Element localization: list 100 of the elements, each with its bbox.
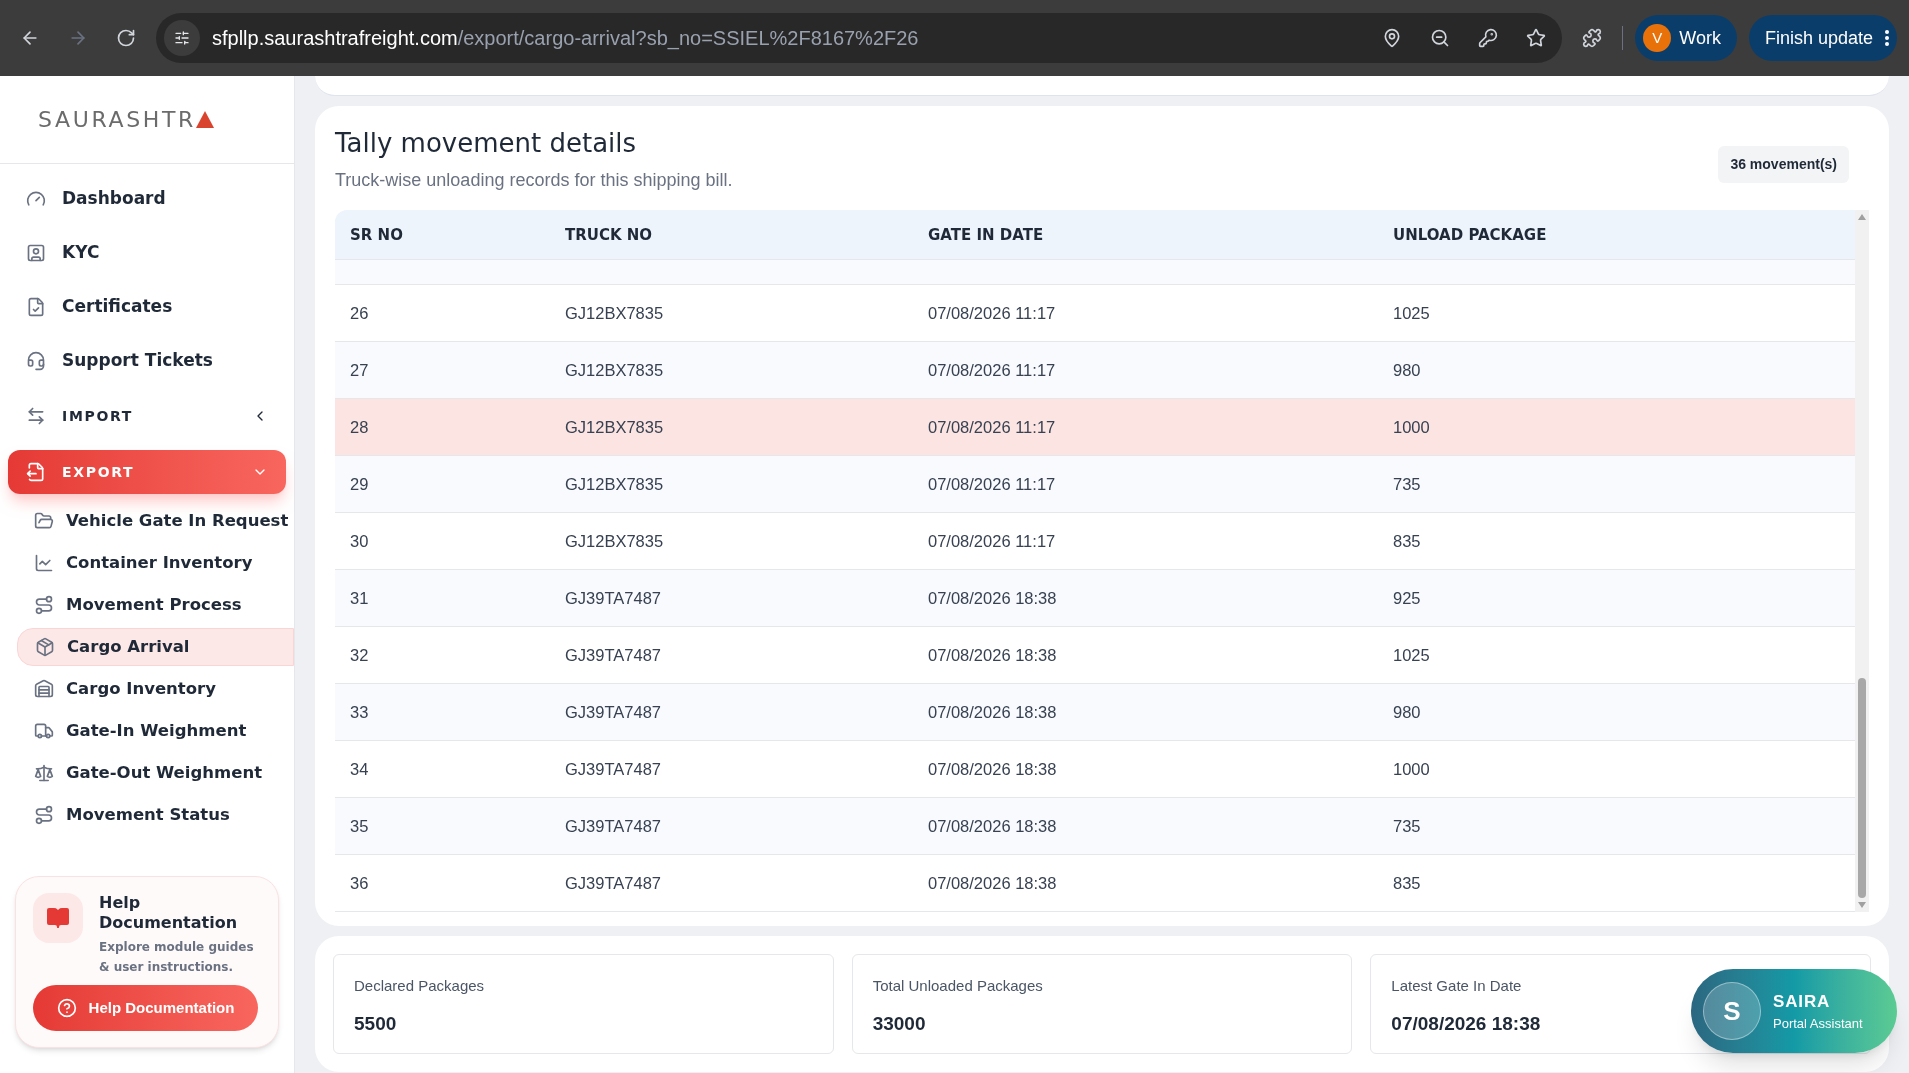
summary-value: 5500: [354, 1011, 397, 1036]
sidebar-subitem[interactable]: Vehicle Gate In Request: [17, 502, 294, 540]
table-cell: 33: [350, 702, 369, 721]
section-title: Tally movement details: [335, 127, 638, 160]
scale-icon: [34, 763, 54, 783]
site-info-icon[interactable]: [164, 20, 200, 56]
book-icon: [46, 906, 70, 930]
summary-label: Declared Packages: [354, 976, 486, 996]
address-bar[interactable]: sfpllp.saurashtrafreight.com/export/cargo-arrival?sb_no=SSIEL%2F8167%2F26: [156, 13, 1563, 63]
help-documentation-button[interactable]: Help Documentation: [33, 985, 258, 1031]
column-header: SR NO: [350, 225, 403, 244]
sidebar-subitem[interactable]: Gate-Out Weighment: [17, 754, 294, 792]
arrows-icon: [26, 406, 46, 426]
assistant-role: Portal Assistant: [1773, 1015, 1863, 1033]
logo-text: SAURASHTR: [38, 106, 196, 134]
table-cell: 07/08/2026 18:38: [928, 645, 1057, 664]
table-cell: 1000: [1393, 759, 1430, 778]
url-text: sfpllp.saurashtrafreight.com/export/cargo-arrival?sb_no=SSIEL%2F8167%2F26: [212, 26, 919, 52]
table-cell: GJ39TA7487: [565, 588, 661, 607]
table-cell: GJ12BX7835: [565, 474, 664, 493]
assistant-name: SAIRA: [1773, 990, 1831, 1013]
table-cell: 26: [350, 303, 369, 322]
sidebar-section[interactable]: EXPORT: [8, 450, 286, 494]
box-icon: [35, 637, 55, 657]
sidebar-subitem[interactable]: Container Inventory: [17, 544, 294, 582]
sidebar-item[interactable]: KYC: [8, 226, 286, 280]
headset-icon: [26, 351, 46, 371]
sidebar-item[interactable]: Certificates: [8, 280, 286, 334]
id-card-icon: [26, 243, 46, 263]
table-cell: 835: [1393, 873, 1421, 892]
table-cell: 07/08/2026 11:17: [928, 303, 1056, 322]
help-title: Help Documentation: [99, 893, 239, 933]
table-cell: 07/08/2026 18:38: [928, 588, 1057, 607]
table-cell: 980: [1393, 702, 1421, 721]
extensions-icon-icon: [1582, 28, 1603, 48]
section-subtitle: Truck-wise unloading records for this shipping bill.: [335, 169, 733, 192]
assistant-avatar: S: [1703, 982, 1761, 1040]
column-header: GATE IN DATE: [928, 225, 1044, 244]
summary-label: Latest Gate In Date: [1391, 976, 1523, 996]
line-chart-icon: [34, 553, 54, 573]
table-cell: 07/08/2026 18:38: [928, 816, 1057, 835]
table-cell: 07/08/2026 18:38: [928, 759, 1057, 778]
table-cell: 32: [350, 645, 369, 664]
help-icon: [56, 998, 77, 1018]
table-cell: 28: [350, 417, 369, 436]
export-icon: [26, 462, 46, 482]
summary-label: Total Unloaded Packages: [872, 976, 1044, 996]
table-cell: 07/08/2026 11:17: [928, 360, 1056, 379]
table-row[interactable]: 31 GJ39TA7487 07/08/2026 18:38 925: [335, 570, 1855, 627]
sidebar-subitem[interactable]: Movement Status: [17, 796, 294, 834]
table-cell: 07/08/2026 11:17: [928, 417, 1056, 436]
table-row[interactable]: 28 GJ12BX7835 07/08/2026 11:17 1000: [335, 399, 1855, 456]
table-row[interactable]: 35 GJ39TA7487 07/08/2026 18:38 735: [335, 798, 1855, 855]
table-row[interactable]: 29 GJ12BX7835 07/08/2026 11:17 735: [335, 456, 1855, 513]
column-header: UNLOAD PACKAGE: [1393, 225, 1547, 244]
table-cell: 29: [350, 474, 369, 493]
table-cell: 1000: [1393, 417, 1430, 436]
movement-count: 36 movement(s): [1718, 146, 1849, 183]
gauge-icon: [26, 189, 46, 209]
table-cell: 31: [350, 588, 369, 607]
table-cell: GJ39TA7487: [565, 759, 661, 778]
table-cell: 735: [1393, 816, 1421, 835]
table-cell: 980: [1393, 360, 1421, 379]
folder-icon: [34, 511, 54, 531]
table-cell: GJ12BX7835: [565, 303, 664, 322]
table-scrollbar[interactable]: [1855, 210, 1869, 912]
summary-value: 07/08/2026 18:38: [1391, 1011, 1541, 1036]
bookmark-star-icon-icon: [1526, 28, 1547, 48]
table-cell: GJ12BX7835: [565, 531, 664, 550]
scroll-thumb[interactable]: [1858, 678, 1866, 898]
profile-button[interactable]: V Work: [1635, 15, 1737, 61]
warehouse-icon: [34, 679, 54, 699]
sidebar-item[interactable]: Support Tickets: [8, 334, 286, 388]
logo-triangle-icon: [195, 111, 214, 128]
table-cell: 30: [350, 531, 369, 550]
table-cell: 07/08/2026 11:17: [928, 474, 1056, 493]
table-row[interactable]: 27 GJ12BX7835 07/08/2026 11:17 980: [335, 342, 1855, 399]
truck-icon: [34, 721, 54, 741]
zoom-icon-icon: [1430, 28, 1451, 48]
table-cell: 07/08/2026 18:38: [928, 873, 1057, 892]
sidebar-section[interactable]: IMPORT: [8, 394, 286, 438]
sidebar-subitem[interactable]: Cargo Inventory: [17, 670, 294, 708]
table-cell: 07/08/2026 18:38: [928, 702, 1057, 721]
table-cell: 07/08/2026 11:17: [928, 531, 1056, 550]
profile-label: Work: [1679, 26, 1721, 50]
key-icon-icon: [1478, 28, 1499, 48]
sidebar-subitem[interactable]: Gate-In Weighment: [17, 712, 294, 750]
table-cell: 27: [350, 360, 369, 379]
table-row[interactable]: 33 GJ39TA7487 07/08/2026 18:38 980: [335, 684, 1855, 741]
sidebar-subitem[interactable]: Cargo Arrival: [17, 628, 294, 666]
finish-update-button[interactable]: Finish update: [1748, 15, 1897, 61]
document-icon: [26, 297, 46, 317]
table-cell: GJ39TA7487: [565, 816, 661, 835]
route-icon: [34, 805, 54, 825]
table-cell: GJ39TA7487: [565, 873, 661, 892]
table-cell: 34: [350, 759, 369, 778]
sidebar-item[interactable]: Dashboard: [8, 172, 286, 226]
table-cell: GJ39TA7487: [565, 702, 661, 721]
sidebar-subitem[interactable]: Movement Process: [17, 586, 294, 624]
table-cell: GJ39TA7487: [565, 645, 661, 664]
